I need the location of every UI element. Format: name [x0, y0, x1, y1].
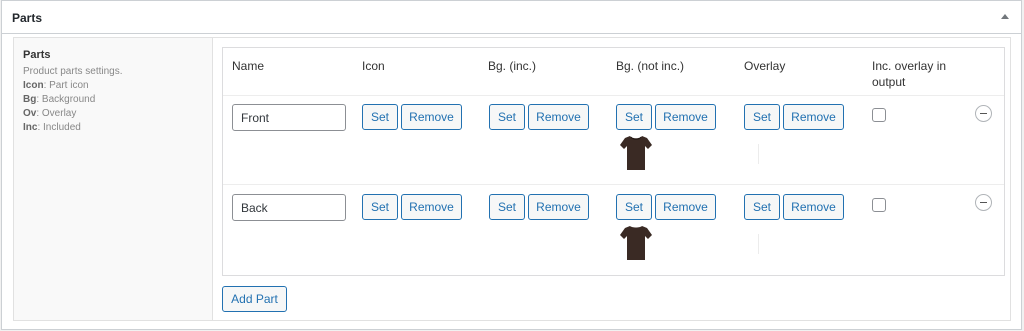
metabox-header[interactable]: Parts: [2, 1, 1021, 34]
bg-inc-remove-button[interactable]: Remove: [528, 194, 589, 220]
desc-line: Inc: Included: [23, 122, 81, 133]
bg-inc-set-button[interactable]: Set: [489, 194, 525, 220]
column-header-inc-overlay: Inc. overlay in output: [872, 59, 947, 89]
icon-set-button[interactable]: Set: [362, 194, 398, 220]
remove-row-icon[interactable]: [975, 194, 992, 211]
bg-inc-set-button[interactable]: Set: [489, 104, 525, 130]
icon-remove-button[interactable]: Remove: [401, 194, 462, 220]
row-divider: [223, 184, 1004, 185]
bg-not-inc-set-button[interactable]: Set: [616, 194, 652, 220]
inc-overlay-checkbox[interactable]: [872, 198, 886, 212]
overlay-preview: [758, 144, 759, 164]
column-header-name: Name: [232, 59, 265, 73]
metabox-title: Parts: [12, 11, 43, 25]
overlay-set-button[interactable]: Set: [744, 194, 780, 220]
overlay-set-button[interactable]: Set: [744, 104, 780, 130]
overlay-preview: [758, 234, 759, 254]
desc-line: Icon: Part icon: [23, 80, 89, 91]
desc-line: Product parts settings.: [23, 66, 123, 77]
column-header-bg-not-inc: Bg. (not inc.): [616, 59, 685, 73]
icon-set-button[interactable]: Set: [362, 104, 398, 130]
field-label: Parts: [23, 49, 51, 61]
overlay-remove-button[interactable]: Remove: [783, 104, 844, 130]
part-name-input[interactable]: [232, 194, 346, 221]
collapse-arrow-icon[interactable]: [1001, 14, 1009, 19]
desc-line: Ov: Overlay: [23, 108, 77, 119]
field-description: Product parts settings. Icon: Part icon …: [23, 65, 123, 135]
inc-overlay-checkbox[interactable]: [872, 108, 886, 122]
desc-line: Bg: Background: [23, 94, 96, 105]
column-header-bg-inc: Bg. (inc.): [488, 59, 537, 73]
row-divider: [223, 95, 1004, 96]
bg-not-inc-set-button[interactable]: Set: [616, 104, 652, 130]
part-name-input[interactable]: [232, 104, 346, 131]
icon-remove-button[interactable]: Remove: [401, 104, 462, 130]
tshirt-icon: [620, 226, 652, 260]
overlay-remove-button[interactable]: Remove: [783, 194, 844, 220]
column-header-overlay: Overlay: [744, 59, 786, 73]
parts-metabox: Parts Parts Product parts settings. Icon…: [1, 0, 1022, 330]
tshirt-icon: [620, 136, 652, 170]
parts-repeater-table: Name Icon Bg. (inc.) Bg. (not inc.) Over…: [222, 47, 1005, 276]
parts-field: Parts Product parts settings. Icon: Part…: [13, 37, 1011, 321]
bg-not-inc-remove-button[interactable]: Remove: [655, 104, 716, 130]
add-part-button[interactable]: Add Part: [222, 286, 287, 312]
bg-inc-remove-button[interactable]: Remove: [528, 104, 589, 130]
field-sidebar: Parts Product parts settings. Icon: Part…: [14, 38, 213, 320]
column-header-icon: Icon: [362, 59, 385, 73]
bg-not-inc-remove-button[interactable]: Remove: [655, 194, 716, 220]
remove-row-icon[interactable]: [975, 105, 992, 122]
